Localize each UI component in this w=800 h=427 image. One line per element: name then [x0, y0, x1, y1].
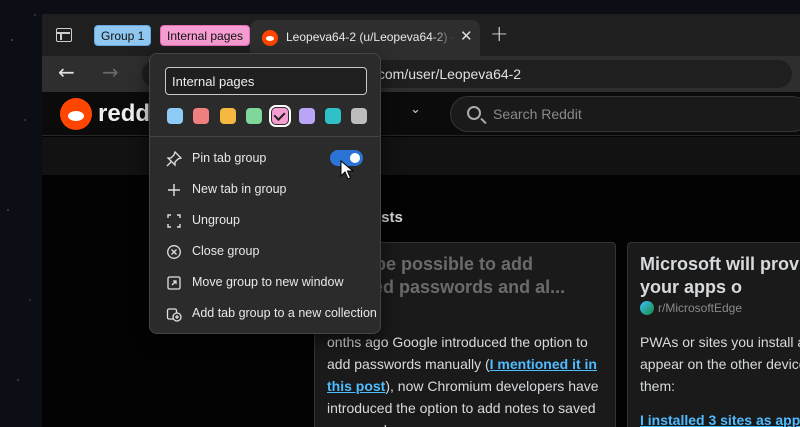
- mouse-cursor-icon: [340, 160, 354, 180]
- color-swatch[interactable]: [219, 108, 236, 124]
- post-subreddit[interactable]: r/MicrosoftEdge: [658, 301, 742, 315]
- edge-logo-icon: [640, 301, 654, 315]
- post-link[interactable]: I installed 3 sites as apps: [640, 409, 800, 427]
- collection-add-icon: [166, 308, 182, 322]
- close-circle-icon: [167, 245, 181, 259]
- color-swatch[interactable]: [298, 108, 315, 124]
- tab-group-context-menu: Pin tab group New tab in group Ungroup C…: [149, 53, 381, 334]
- reddit-favicon-icon: [262, 30, 278, 46]
- search-input[interactable]: Search Reddit: [450, 96, 800, 132]
- menu-item-move-group-to-new-window[interactable]: Move group to new window: [150, 267, 380, 298]
- menu-item-label: Ungroup: [192, 213, 240, 227]
- url-text: it.com/user/Leopeva64-2: [367, 66, 522, 82]
- pin-icon: [166, 151, 182, 167]
- tab-group-chip-group-1[interactable]: Group 1: [94, 25, 152, 46]
- back-arrow-icon[interactable]: ←: [58, 60, 75, 84]
- menu-item-label: Add tab group to a new collection: [192, 306, 377, 320]
- forward-arrow-icon[interactable]: →: [102, 60, 119, 84]
- check-icon: [273, 108, 286, 122]
- search-placeholder: Search Reddit: [493, 106, 582, 122]
- chevron-down-icon[interactable]: ⌄: [410, 102, 421, 117]
- plus-icon: [168, 184, 180, 196]
- group-name-input[interactable]: [165, 67, 367, 95]
- menu-item-label: Close group: [192, 244, 260, 258]
- active-tab[interactable]: Leopeva64-2 (u/Leopeva64-2) - Reddit ✕: [250, 20, 480, 56]
- ungroup-icon: [167, 214, 181, 228]
- move-window-icon: [167, 276, 181, 290]
- tab-strip: Group 1 Internal pages Leopeva64-2 (u/Le…: [42, 14, 800, 56]
- post-card[interactable]: Microsoft will provid to install your ap…: [627, 242, 800, 427]
- post-title[interactable]: Microsoft will provid to install your ap…: [640, 253, 800, 299]
- post-body: onths ago Google introduced the option t…: [327, 331, 607, 427]
- tab-group-chip-internal-pages[interactable]: Internal pages: [160, 25, 251, 46]
- search-icon: [467, 106, 481, 120]
- menu-item-label: New tab in group: [192, 182, 287, 196]
- menu-item-label: Move group to new window: [192, 275, 344, 289]
- menu-item-ungroup[interactable]: Ungroup: [150, 205, 380, 236]
- color-swatch[interactable]: [351, 108, 368, 124]
- color-swatch[interactable]: [193, 108, 210, 124]
- post-body-text: PWAs or sites you install a device will …: [640, 334, 800, 394]
- color-swatches: [167, 105, 368, 127]
- menu-item-close-group[interactable]: Close group: [150, 236, 380, 267]
- color-swatch[interactable]: [167, 108, 183, 124]
- menu-item-label: Pin tab group: [192, 151, 267, 165]
- menu-divider: [150, 136, 380, 137]
- tab-actions-icon[interactable]: [56, 28, 72, 42]
- tab-title: Leopeva64-2 (u/Leopeva64-2) - Reddit: [286, 30, 456, 44]
- close-tab-icon[interactable]: ✕: [460, 27, 473, 45]
- color-swatch[interactable]: [245, 108, 262, 124]
- color-swatch[interactable]: [324, 108, 341, 124]
- color-swatch[interactable]: [269, 105, 292, 127]
- post-body: PWAs or sites you install a device will …: [640, 331, 800, 427]
- new-tab-button[interactable]: +: [490, 22, 508, 47]
- reddit-logo-icon[interactable]: [60, 98, 92, 130]
- menu-item-add-to-collection[interactable]: Add tab group to a new collection: [150, 298, 380, 329]
